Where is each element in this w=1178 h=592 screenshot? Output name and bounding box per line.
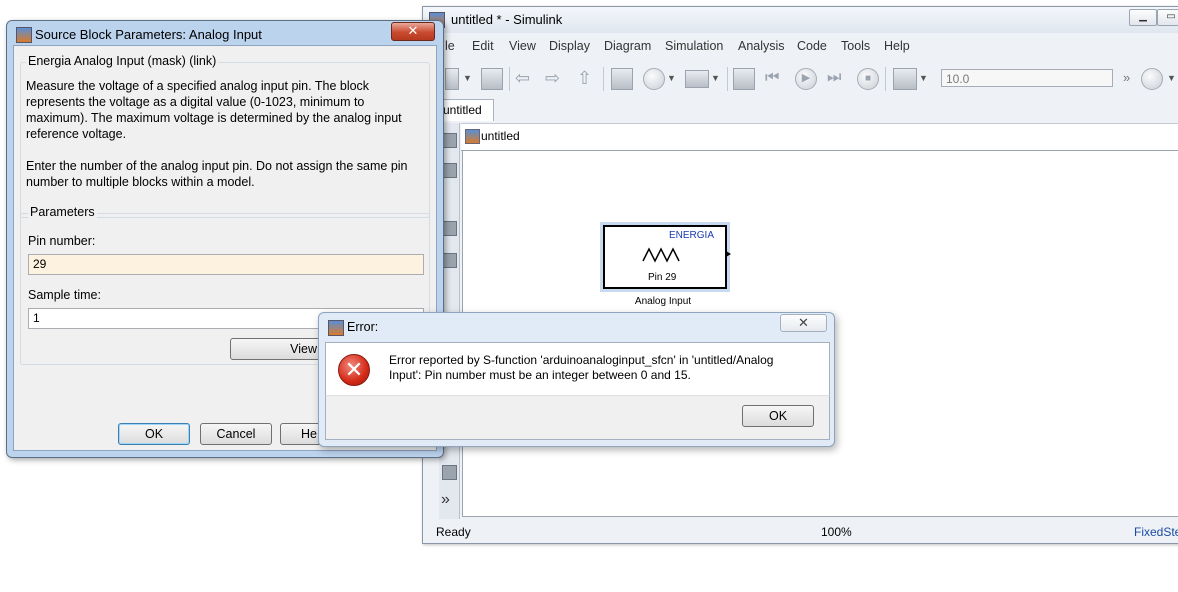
- chevron-down-icon[interactable]: ▼: [1167, 68, 1178, 88]
- menu-diagram[interactable]: Diagram: [604, 39, 651, 53]
- more-chevron-icon[interactable]: »: [441, 491, 450, 509]
- more-chevron-icon[interactable]: »: [1123, 68, 1143, 88]
- fit-view-icon[interactable]: [442, 163, 457, 178]
- address-bar: untitled: [461, 123, 1178, 151]
- simulink-window-title: untitled * - Simulink: [451, 12, 563, 27]
- menu-edit[interactable]: Edit: [472, 39, 494, 53]
- error-dialog: Error: ✕ ✕ Error reported by S-function …: [318, 312, 835, 447]
- new-model-icon[interactable]: [445, 68, 459, 90]
- pin-number-label: Pin number:: [28, 234, 96, 248]
- build-icon[interactable]: [733, 68, 755, 90]
- tab-untitled[interactable]: untitled: [439, 99, 494, 121]
- close-icon[interactable]: ✕: [391, 22, 435, 41]
- chevron-down-icon[interactable]: ▼: [919, 68, 939, 88]
- menu-code[interactable]: Code: [797, 39, 827, 53]
- model-explorer-icon[interactable]: [685, 70, 709, 88]
- status-bar: Ready 100% FixedSte: [423, 519, 1178, 543]
- block-pin-label: Pin 29: [648, 272, 677, 283]
- menu-analysis[interactable]: Analysis: [738, 39, 785, 53]
- ok-button[interactable]: OK: [118, 423, 190, 445]
- chevron-down-icon[interactable]: ▼: [463, 68, 483, 88]
- mask-group-title: Energia Analog Input (mask) (link): [26, 54, 219, 68]
- menu-display[interactable]: Display: [549, 39, 590, 53]
- sample-time-label: Sample time:: [28, 288, 101, 302]
- pin-number-input[interactable]: 29: [28, 254, 424, 275]
- menu-tools[interactable]: Tools: [841, 39, 870, 53]
- mask-description-2: Enter the number of the analog input pin…: [26, 159, 408, 189]
- minimize-icon[interactable]: ▁: [1129, 9, 1157, 26]
- status-zoom: 100%: [821, 525, 852, 539]
- zoom-icon[interactable]: [442, 133, 457, 148]
- status-ready: Ready: [436, 525, 471, 539]
- image-icon[interactable]: [442, 253, 457, 268]
- scope-icon[interactable]: [893, 68, 917, 90]
- simulink-window: untitled * - Simulink ▁ ▭ le Edit View D…: [422, 6, 1178, 544]
- step-back-icon[interactable]: ⏮: [765, 68, 785, 88]
- cancel-button[interactable]: Cancel: [200, 423, 272, 445]
- stop-time-input[interactable]: 10.0: [941, 69, 1113, 87]
- library-browser-icon[interactable]: [611, 68, 633, 90]
- menu-file[interactable]: le: [445, 39, 455, 53]
- block-name[interactable]: Analog Input: [595, 296, 731, 307]
- back-arrow-icon[interactable]: ⇦: [515, 68, 535, 88]
- output-port[interactable]: [726, 251, 731, 257]
- chevron-down-icon[interactable]: ▼: [667, 68, 687, 88]
- menu-bar: le Edit View Display Diagram Simulation …: [423, 37, 1178, 57]
- run-icon[interactable]: ▶: [795, 68, 817, 90]
- area-icon[interactable]: [442, 465, 457, 480]
- mask-description-1: Measure the voltage of a specified analo…: [26, 79, 402, 141]
- address-model-name[interactable]: untitled: [481, 129, 520, 143]
- menu-help[interactable]: Help: [884, 39, 910, 53]
- analog-input-block[interactable]: ENERGIA Pin 29: [603, 225, 731, 289]
- error-message-area: ✕ Error reported by S-function 'arduinoa…: [325, 342, 830, 396]
- simulink-titlebar[interactable]: untitled * - Simulink ▁ ▭: [423, 7, 1178, 33]
- block-parameters-title: Source Block Parameters: Analog Input: [35, 27, 262, 42]
- menu-simulation[interactable]: Simulation: [665, 39, 723, 53]
- step-forward-icon[interactable]: ⏭: [827, 68, 847, 88]
- model-advisor-icon[interactable]: [1141, 68, 1163, 90]
- error-message: Error reported by S-function 'arduinoana…: [389, 353, 774, 382]
- annotation-icon[interactable]: [442, 221, 457, 236]
- close-icon[interactable]: ✕: [780, 314, 827, 332]
- chevron-down-icon[interactable]: ▼: [711, 68, 731, 88]
- status-solver[interactable]: FixedSte: [1134, 525, 1178, 539]
- error-dialog-footer: OK: [325, 395, 830, 440]
- sine-wave-icon: [642, 247, 680, 263]
- gear-icon[interactable]: [643, 68, 665, 90]
- menu-view[interactable]: View: [509, 39, 536, 53]
- parameters-group-title: Parameters: [28, 205, 97, 219]
- toolbar: ▼ ⇦ ⇨ ⇧ ▼ ▼ ⏮ ▶ ⏭ ■ ▼ 10.0 » ▼: [423, 59, 1178, 99]
- error-icon: ✕: [338, 354, 370, 386]
- maximize-icon[interactable]: ▭: [1157, 9, 1178, 26]
- error-dialog-title: Error:: [347, 320, 379, 334]
- dialog-app-icon: [328, 320, 344, 336]
- error-ok-button[interactable]: OK: [742, 405, 814, 427]
- block-brand-label: ENERGIA: [669, 230, 715, 241]
- up-arrow-icon[interactable]: ⇧: [577, 68, 597, 88]
- save-icon[interactable]: [481, 68, 503, 90]
- dialog-app-icon: [16, 27, 32, 43]
- model-icon: [465, 129, 480, 144]
- view-button[interactable]: View: [230, 338, 324, 360]
- stop-icon[interactable]: ■: [857, 68, 879, 90]
- forward-arrow-icon[interactable]: ⇨: [545, 68, 565, 88]
